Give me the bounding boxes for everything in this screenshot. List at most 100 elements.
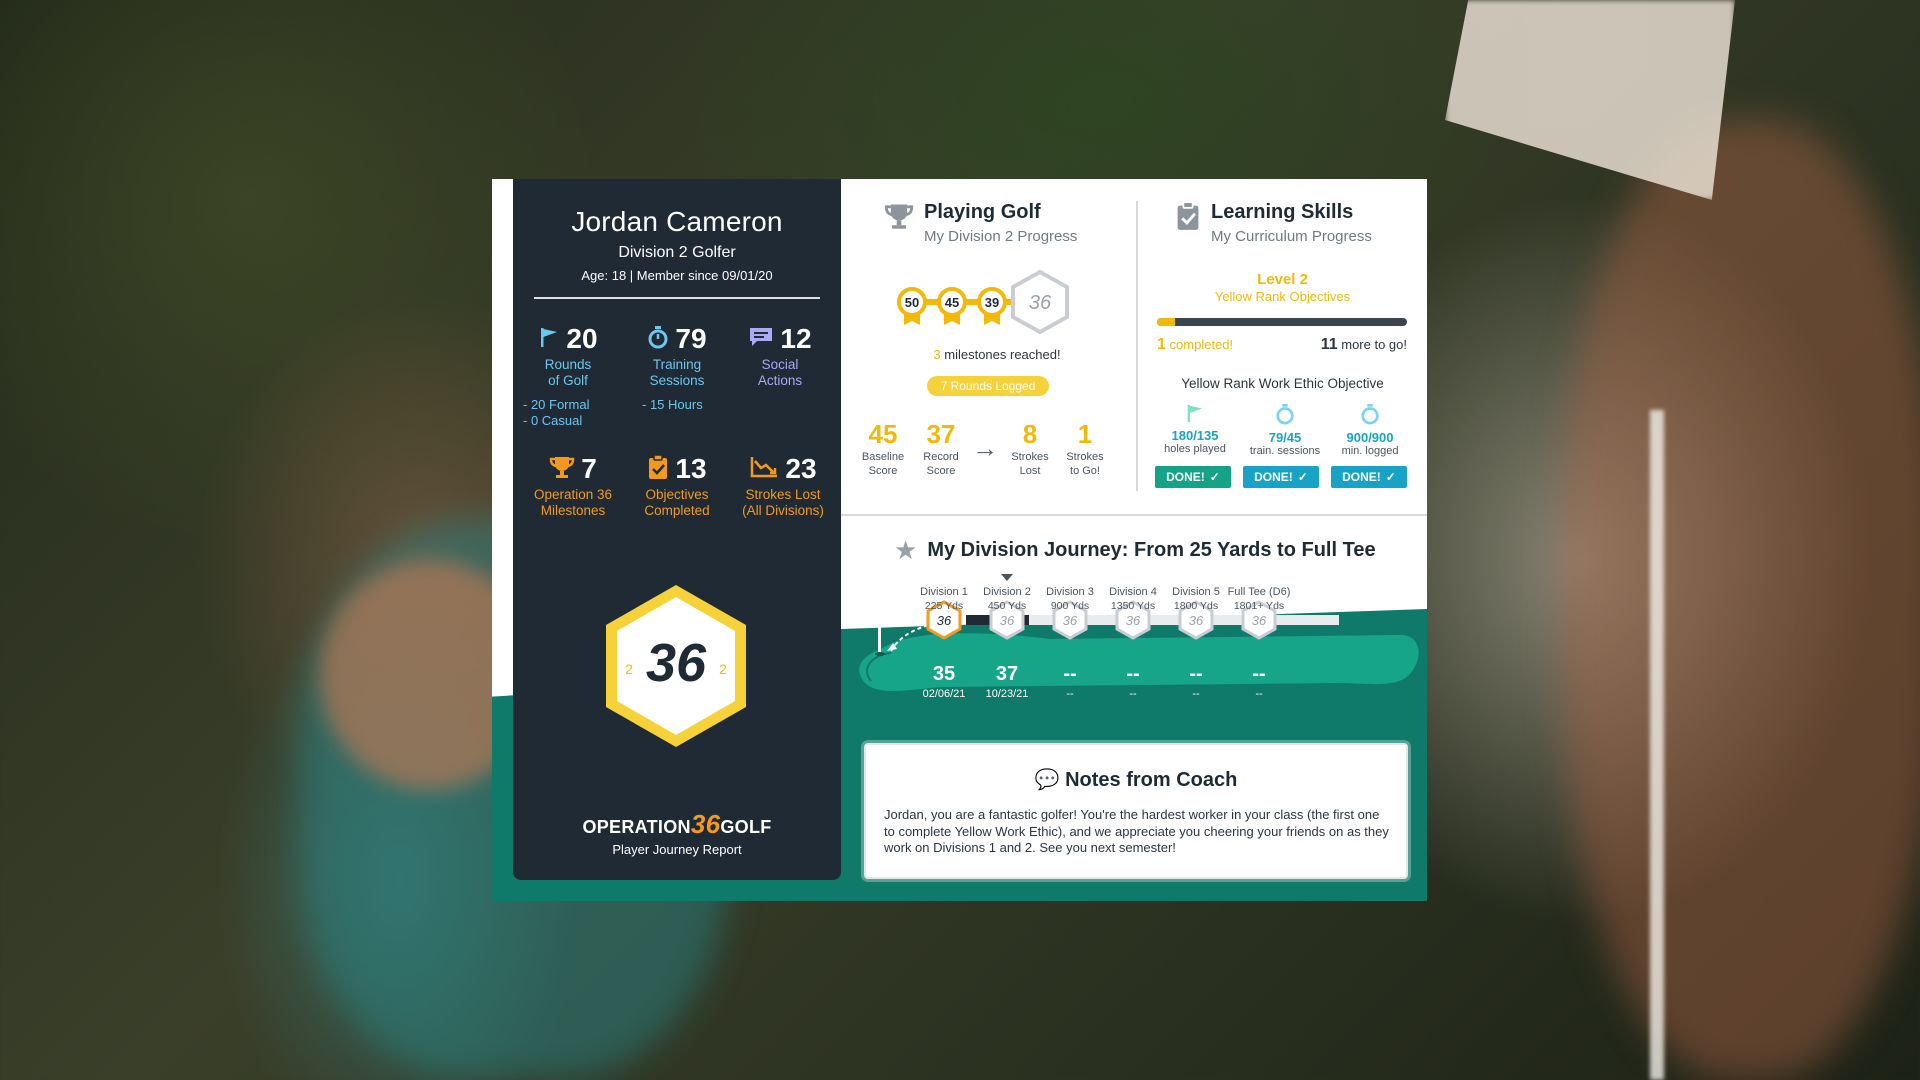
arrow-right-icon: →	[972, 433, 998, 463]
milestones-label: Operation 36 Milestones	[533, 487, 613, 518]
milestones-value: 7	[581, 453, 597, 484]
learning-skills-subtitle: My Curriculum Progress	[1211, 228, 1372, 245]
background-person	[1560, 120, 1920, 1080]
stat-rounds: 20 Rounds of Golf - 20 Formal - 0 Casual	[513, 323, 623, 429]
stat-social: 12 Social Actions	[725, 323, 835, 389]
clipboard-check-icon	[647, 453, 669, 485]
stat-objectives: 13 Objectives Completed	[622, 453, 732, 519]
strokes-to-go: 1 Strokes to Go!	[1066, 419, 1104, 477]
rounds-logged-pill: 7 Rounds Logged	[927, 376, 1049, 396]
operation36-logo: OPERATION36GOLF	[582, 809, 772, 839]
stat-milestones: 7 Operation 36 Milestones	[513, 453, 633, 519]
coach-notes: 💬 Notes from Coach Jordan, you are a fan…	[864, 743, 1408, 879]
coach-notes-title: 💬 Notes from Coach	[1034, 769, 1238, 791]
training-value: 79	[675, 323, 707, 354]
objective-sessions: 79/45 train. sessions	[1240, 403, 1330, 457]
check-icon: ✓	[1209, 470, 1220, 484]
clipboard-check-icon	[1175, 201, 1201, 236]
division-badge: 36 2 2	[601, 581, 751, 751]
division-hex-number-1: 36	[937, 613, 952, 628]
playing-golf-header: Playing Golf My Division 2 Progress	[884, 201, 1077, 245]
objectives-label: Objectives Completed	[644, 487, 710, 518]
learning-skills-header: Learning Skills My Curriculum Progress	[1175, 201, 1372, 245]
baseline-score: 45 Baseline Score	[861, 419, 905, 477]
journey-title: My Division Journey: From 25 Yards to Fu…	[927, 539, 1376, 561]
division-hex-number-3: 36	[1063, 613, 1078, 628]
milestone-goal-number: 36	[1029, 292, 1052, 314]
coach-notes-body: Jordan, you are a fantastic golfer! You'…	[884, 807, 1389, 855]
social-value: 12	[780, 323, 812, 354]
curriculum-progress-fill	[1157, 318, 1175, 326]
rounds-value: 20	[566, 323, 598, 354]
done-badge-holes: DONE! ✓	[1155, 466, 1231, 488]
stopwatch-icon	[1360, 404, 1380, 429]
strokes-lost: 8 Strokes Lost	[1011, 419, 1049, 477]
badge-center-number: 36	[646, 633, 707, 693]
strokes-lost-value: 23	[785, 453, 817, 484]
trophy-icon	[884, 201, 914, 236]
milestone-score-1: 50	[905, 295, 919, 310]
curriculum-progress-bar	[1157, 318, 1407, 326]
rounds-breakdown: - 20 Formal - 0 Casual	[523, 397, 590, 428]
done-badge-sessions: DONE! ✓	[1243, 466, 1319, 488]
player-meta: Age: 18 | Member since 09/01/20	[581, 268, 773, 283]
milestone-score-3: 39	[985, 295, 999, 310]
rounds-label: Rounds of Golf	[544, 357, 592, 388]
player-journey-report-card: Jordan Cameron Division 2 Golfer Age: 18…	[492, 179, 1427, 901]
training-label: Training Sessions	[649, 357, 705, 388]
objective-minutes: 900/900 min. logged	[1330, 403, 1410, 457]
milestones-reached: 3 milestones reached!	[933, 347, 1061, 362]
division-hex-number-4: 36	[1126, 613, 1141, 628]
strokes-lost-label: Strokes Lost (All Divisions)	[742, 487, 824, 518]
stopwatch-icon	[647, 325, 669, 354]
badge-left-number: 2	[625, 661, 633, 677]
playing-golf-title: Playing Golf	[924, 201, 1041, 223]
objectives-value: 13	[675, 453, 707, 484]
flag-icon	[1184, 404, 1206, 427]
check-icon: ✓	[1297, 470, 1308, 484]
learning-skills-title: Learning Skills	[1211, 201, 1354, 223]
stat-training: 79 Training Sessions - 15 Hours	[622, 323, 732, 413]
section-divider-horizontal	[841, 514, 1427, 516]
trophy-icon	[549, 455, 575, 484]
division-hex-number-5: 36	[1189, 613, 1204, 628]
playing-golf-subtitle: My Division 2 Progress	[924, 228, 1078, 245]
division-hex-number-6: 36	[1252, 613, 1267, 628]
stat-strokes-lost: 23 Strokes Lost (All Divisions)	[725, 453, 841, 519]
training-hours: - 15 Hours	[642, 397, 703, 412]
report-tagline: Player Journey Report	[612, 842, 742, 857]
player-division: Division 2 Golfer	[618, 244, 736, 261]
social-label: Social Actions	[757, 357, 803, 388]
check-icon: ✓	[1385, 470, 1396, 484]
chat-bubble-icon: 💬	[1034, 769, 1060, 791]
level-label: Level 2 Yellow Rank Objectives	[1214, 271, 1351, 304]
record-score: 37 Record Score	[923, 419, 959, 477]
background-flag	[1445, 0, 1735, 200]
completed-count: 1 completed!	[1157, 336, 1234, 353]
milestone-score-2: 45	[945, 295, 959, 310]
chat-icon	[748, 326, 774, 353]
division-score: --	[1252, 663, 1266, 685]
milestone-progress-graphic: 50 45 39 36	[897, 269, 1069, 335]
background-flagpole	[1650, 410, 1664, 1080]
player-profile-panel: Jordan Cameron Division 2 Golfer Age: 18…	[513, 179, 841, 880]
flag-icon	[538, 326, 560, 353]
objective-title: Yellow Rank Work Ethic Objective	[1181, 376, 1384, 391]
star-icon: ★	[894, 535, 918, 565]
remaining-count: 11 more to go!	[1320, 336, 1407, 353]
division-score-6: -- --	[1219, 663, 1299, 702]
division-date: --	[1255, 688, 1263, 700]
division-hex-number-2: 36	[1000, 613, 1015, 628]
chart-down-icon	[749, 455, 779, 484]
division-label-6: Full Tee (D6) 1801+ Yds	[1219, 585, 1299, 613]
section-divider	[1136, 201, 1138, 491]
journey-header: ★ My Division Journey: From 25 Yards to …	[894, 535, 1376, 566]
current-division-marker-icon	[1001, 574, 1013, 581]
division-name: Full Tee (D6)	[1227, 586, 1291, 598]
player-name: Jordan Cameron	[571, 206, 783, 237]
done-badge-minutes: DONE! ✓	[1331, 466, 1407, 488]
profile-divider	[534, 297, 820, 299]
objective-holes: 180/135 holes played	[1155, 403, 1235, 455]
stopwatch-icon	[1275, 404, 1295, 429]
division-yards: 1801+ Yds	[1233, 600, 1285, 612]
